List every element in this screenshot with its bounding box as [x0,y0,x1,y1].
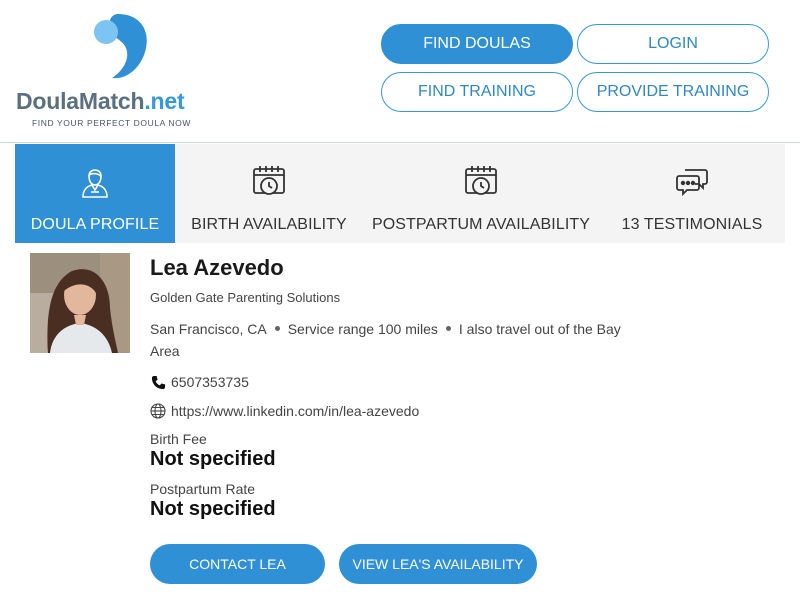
logo-mark-icon [94,14,147,79]
postpartum-rate-label: Postpartum Rate [150,481,256,497]
profile-tabs: DOULA PROFILE BIRTH AVAILABILITY POSTPAR… [15,144,785,243]
doula-avatar [30,253,130,353]
birth-fee-value: Not specified [150,448,276,470]
separator-dot [274,325,280,331]
doula-person-icon [78,164,112,198]
tab-label: POSTPARTUM AVAILABILITY [371,216,591,233]
tab-doula-profile[interactable]: DOULA PROFILE [15,144,175,243]
globe-icon [150,403,166,419]
doula-organization: Golden Gate Parenting Solutions [150,290,341,305]
postpartum-rate-block: Postpartum Rate Not specified [150,481,630,521]
phone-icon [150,374,166,390]
city-text: San Francisco, CA [150,321,267,337]
view-availability-button[interactable]: VIEW LEA'S AVAILABILITY [339,544,537,584]
site-logo[interactable]: DoulaMatch.net FIND YOUR PERFECT DOULA N… [16,10,226,132]
site-header: DoulaMatch.net FIND YOUR PERFECT DOULA N… [0,0,800,143]
calendar-clock-icon [252,164,286,198]
calendar-clock-icon [464,164,498,198]
provide-training-button[interactable]: PROVIDE TRAINING [577,72,769,112]
postpartum-rate-value: Not specified [150,498,276,520]
website-row: https://www.linkedin.com/in/lea-azevedo [150,403,630,419]
find-training-button[interactable]: FIND TRAINING [381,72,573,112]
login-button[interactable]: LOGIN [577,24,769,64]
find-doulas-button[interactable]: FIND DOULAS [381,24,573,64]
tab-testimonials[interactable]: 13 TESTIMONIALS [599,144,785,243]
tab-postpartum-availability[interactable]: POSTPARTUM AVAILABILITY [363,144,599,243]
tab-birth-availability[interactable]: BIRTH AVAILABILITY [175,144,363,243]
website-link[interactable]: https://www.linkedin.com/in/lea-azevedo [171,403,419,419]
phone-row: 6507353735 [150,374,630,390]
tab-label: 13 TESTIMONIALS [621,216,763,233]
service-range-text: Service range 100 miles [287,321,438,337]
phone-number[interactable]: 6507353735 [171,374,249,390]
doula-name: Lea Azevedo [150,255,284,280]
contact-button[interactable]: CONTACT LEA [150,544,325,584]
tab-label: DOULA PROFILE [30,216,160,233]
chat-bubbles-icon [675,164,709,198]
profile-details: Lea Azevedo Golden Gate Parenting Soluti… [150,253,630,521]
birth-fee-label: Birth Fee [150,431,207,447]
separator-dot [445,325,451,331]
service-location: San Francisco, CA Service range 100 miles… [150,318,630,362]
logo-tagline: FIND YOUR PERFECT DOULA NOW [32,118,191,128]
tab-label: BIRTH AVAILABILITY [191,216,347,233]
logo-wordmark: DoulaMatch.net [16,88,185,114]
birth-fee-block: Birth Fee Not specified [150,431,630,471]
